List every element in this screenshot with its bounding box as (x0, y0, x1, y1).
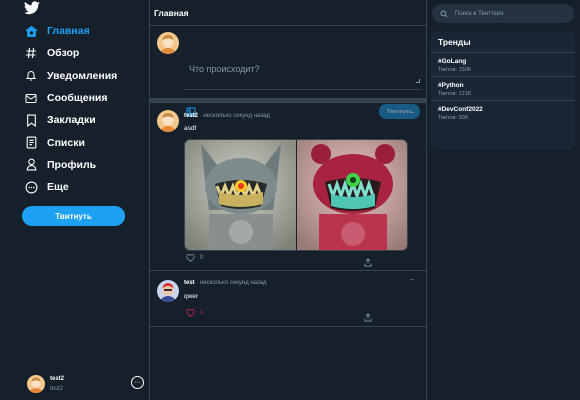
resize-handle-icon[interactable] (416, 79, 420, 83)
tweet[interactable]: test2 · несколько секунд назад ··· asdf (150, 104, 426, 269)
like-count: 0 (200, 255, 204, 261)
page-title: Главная (154, 7, 189, 18)
trends-title: Тренды (431, 31, 575, 53)
account-handle: test2 (50, 386, 64, 392)
main-column: Главная Что происходит? Твитнуть test2 ·… (150, 0, 427, 400)
trend-item[interactable]: #Python Твитов: 121K (431, 77, 575, 101)
compose-placeholder: Что происходит? (189, 64, 260, 74)
nav-item-label: Закладки (47, 114, 96, 127)
tweet-actions: 0 (186, 254, 376, 267)
account-switcher[interactable]: test2 test2 ··· (27, 373, 147, 395)
account-names: test2 test2 (50, 374, 64, 394)
nav-item-label: Сообщения (47, 92, 108, 105)
trend-item[interactable]: #DevConf2022 Твитов: 90K (431, 101, 575, 125)
main-nav: Главная Обзор Уведомления Сообщения Закл… (24, 20, 117, 198)
tweet[interactable]: test · несколько секунд назад ··· qwer 1 (150, 272, 426, 327)
tweet-text: asdf (184, 125, 197, 132)
nav-item-explore[interactable]: Обзор (24, 42, 117, 64)
heart-icon (186, 254, 195, 262)
tweet-time: · несколько секунд назад (196, 280, 267, 286)
trend-count: Твитов: 150K (438, 67, 472, 73)
tweet-media[interactable] (184, 139, 408, 251)
like-button[interactable]: 0 (186, 254, 203, 262)
nav-item-label: Еще (47, 181, 69, 194)
nav-item-label: Уведомления (47, 69, 118, 82)
bookmark-icon (24, 113, 38, 127)
tweet-composer: Что происходит? Твитнуть (150, 26, 426, 119)
tweet-meta: test · несколько секунд назад (184, 280, 267, 286)
tweet-more-icon[interactable]: ··· (409, 108, 415, 117)
nav-item-bookmarks[interactable]: Закладки (24, 109, 117, 131)
tweet-meta: test2 · несколько секунд назад (184, 113, 270, 119)
tweet-divider (150, 270, 426, 271)
media-image-red-monster[interactable] (296, 140, 407, 250)
avatar (27, 375, 45, 393)
heart-icon (186, 309, 195, 317)
search-placeholder: Поиск в Твиттере (455, 10, 504, 17)
nav-item-label: Обзор (47, 47, 80, 60)
nav-item-home[interactable]: Главная (24, 20, 117, 42)
trend-count: Твитов: 90K (438, 115, 469, 121)
nav-item-label: Главная (47, 25, 90, 38)
tweet-author[interactable]: test2 (184, 113, 198, 119)
avatar (157, 32, 179, 54)
search-icon (440, 10, 448, 18)
main-header: Главная (150, 0, 426, 26)
nav-item-more[interactable]: Еще (24, 176, 117, 198)
trends-panel: Тренды #GoLang Твитов: 150K #Python Твит… (431, 31, 575, 150)
more-circle-icon (24, 180, 38, 194)
right-sidebar: Поиск в Твиттере Тренды #GoLang Твитов: … (427, 0, 580, 400)
list-icon (24, 136, 38, 150)
account-more-icon[interactable]: ··· (131, 376, 144, 389)
nav-item-label: Списки (47, 136, 85, 149)
trend-tag: #DevConf2022 (438, 106, 483, 113)
account-name: test2 (50, 376, 65, 382)
user-icon (24, 158, 38, 172)
tweet-divider (150, 326, 426, 327)
trend-item[interactable]: #GoLang Твитов: 150K (431, 53, 575, 77)
nav-item-lists[interactable]: Списки (24, 131, 117, 153)
envelope-icon (24, 91, 38, 105)
trend-tag: #GoLang (438, 58, 467, 65)
bell-icon (24, 69, 38, 83)
like-count: 1 (200, 310, 204, 316)
home-icon (24, 24, 38, 38)
nav-item-messages[interactable]: Сообщения (24, 87, 117, 109)
tweet-actions: 1 (186, 309, 376, 322)
avatar[interactable] (157, 280, 179, 302)
share-icon[interactable] (364, 309, 372, 327)
tweet-time: · несколько секунд назад (199, 113, 270, 119)
nav-item-label: Профиль (47, 158, 97, 171)
like-button[interactable]: 1 (186, 309, 203, 317)
tweet-author[interactable]: test (184, 280, 195, 286)
trend-count: Твитов: 121K (438, 91, 472, 97)
trend-tag: #Python (438, 82, 464, 89)
app: Главная Обзор Уведомления Сообщения Закл… (0, 0, 580, 400)
avatar[interactable] (157, 110, 179, 132)
tweet-more-icon[interactable]: ··· (409, 275, 415, 284)
tweet-button[interactable]: Твитнуть (22, 206, 125, 226)
composer-divider (150, 98, 426, 103)
media-image-grey-monster[interactable] (185, 140, 297, 250)
search-input[interactable]: Поиск в Твиттере (432, 4, 574, 23)
hashtag-icon (24, 46, 38, 60)
left-sidebar: Главная Обзор Уведомления Сообщения Закл… (0, 0, 150, 400)
nav-item-profile[interactable]: Профиль (24, 154, 117, 176)
nav-item-notifications[interactable]: Уведомления (24, 65, 117, 87)
tweet-text: qwer (184, 293, 199, 300)
twitter-logo-icon[interactable] (24, 1, 40, 15)
